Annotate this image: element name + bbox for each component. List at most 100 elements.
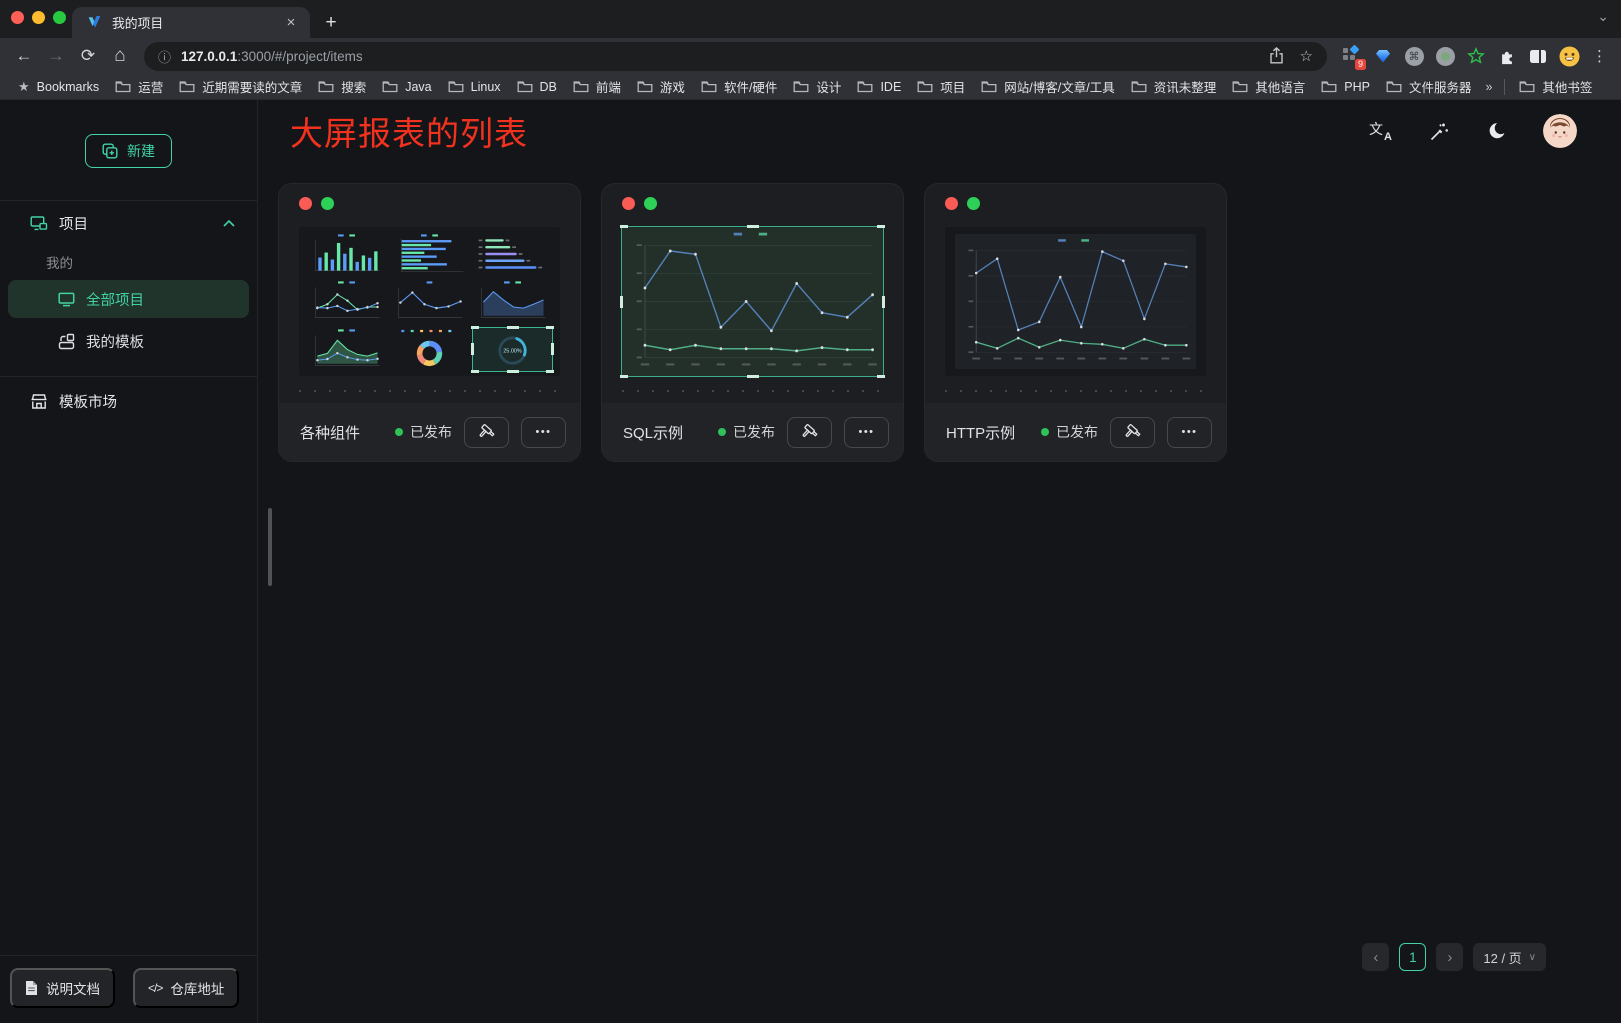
site-info-icon[interactable]: ⓘ xyxy=(158,47,171,66)
zoom-window-button[interactable] xyxy=(53,11,66,24)
selection-handle[interactable] xyxy=(877,375,885,378)
back-button[interactable]: ← xyxy=(10,42,38,70)
url-host: 127.0.0.1 xyxy=(181,49,237,64)
language-icon[interactable]: 文A xyxy=(1369,121,1391,141)
bookmark-folder[interactable]: 网站/博客/文章/工具 xyxy=(973,76,1122,98)
bookmark-folder[interactable]: 近期需要读的文章 xyxy=(171,76,310,98)
project-card[interactable]: HTTP示例 已发布 ••• xyxy=(924,183,1227,462)
new-tab-button[interactable]: + xyxy=(318,10,344,36)
selection-handle[interactable] xyxy=(551,343,554,355)
project-card[interactable]: 25.00% 各种组件 已发布 ••• xyxy=(278,183,581,462)
address-bar[interactable]: ⓘ 127.0.0.1:3000/#/project/items ☆ xyxy=(144,42,1327,71)
bookmark-folder[interactable]: IDE xyxy=(849,76,909,98)
project-card[interactable]: SQL示例 已发布 ••• xyxy=(601,183,904,462)
app-page: 新建 项目 我的 全部项目 我的模板 模板市场 xyxy=(0,100,1621,1023)
dark-mode-moon-icon[interactable] xyxy=(1486,121,1506,141)
prev-page-button[interactable]: ‹ xyxy=(1362,943,1389,971)
more-button[interactable]: ••• xyxy=(1167,417,1212,448)
selection-handle[interactable] xyxy=(620,375,628,378)
card-thumbnail[interactable] xyxy=(945,227,1206,376)
bookmark-folder[interactable]: 运营 xyxy=(107,76,171,98)
current-page-button[interactable]: 1 xyxy=(1399,943,1426,971)
extension-gem-icon[interactable] xyxy=(1372,45,1394,67)
side-panel-icon[interactable] xyxy=(1527,45,1549,67)
selection-handle[interactable] xyxy=(546,370,554,373)
repo-button[interactable]: </> 仓库地址 xyxy=(133,968,239,1008)
other-bookmarks-folder[interactable]: 其他书签 xyxy=(1511,76,1600,98)
bookmark-folder[interactable]: PHP xyxy=(1313,76,1378,98)
next-page-button[interactable]: › xyxy=(1436,943,1463,971)
edit-button[interactable] xyxy=(464,417,509,448)
folder-icon xyxy=(701,80,717,93)
selection-handle[interactable] xyxy=(620,225,628,228)
new-project-button[interactable]: 新建 xyxy=(85,134,172,168)
card-title: 各种组件 xyxy=(300,422,360,443)
extensions-puzzle-icon[interactable] xyxy=(1496,45,1518,67)
card-thumbnail[interactable] xyxy=(622,227,883,376)
bookmark-folder[interactable]: 资讯未整理 xyxy=(1123,76,1225,98)
bookmark-folder[interactable]: 文件服务器 xyxy=(1378,76,1480,98)
card-title: SQL示例 xyxy=(623,422,683,443)
browser-tab[interactable]: 我的项目 × xyxy=(72,7,310,38)
close-window-button[interactable] xyxy=(11,11,24,24)
selection-handle[interactable] xyxy=(747,225,759,228)
bookmarks-root[interactable]: ★ Bookmarks xyxy=(10,76,107,98)
mini-chart-gauge: 25.00% xyxy=(473,328,552,371)
bookmarks-overflow-icon[interactable]: » xyxy=(1479,80,1498,94)
magic-wand-icon[interactable] xyxy=(1428,121,1449,142)
user-avatar[interactable] xyxy=(1543,114,1577,148)
bookmark-folder[interactable]: 设计 xyxy=(785,76,849,98)
header-icons: 文A xyxy=(1369,114,1577,148)
bookmark-label: Java xyxy=(405,80,431,94)
extension-star-icon[interactable] xyxy=(1465,45,1487,67)
bookmark-folder[interactable]: 搜索 xyxy=(310,76,374,98)
selection-handle[interactable] xyxy=(620,296,623,308)
tab-close-icon[interactable]: × xyxy=(282,14,300,32)
selection-handle[interactable] xyxy=(471,326,479,329)
bookmark-folder[interactable]: 软件/硬件 xyxy=(693,76,785,98)
extension-record-icon[interactable] xyxy=(1434,45,1456,67)
bookmark-folder[interactable]: 项目 xyxy=(909,76,973,98)
edit-button[interactable] xyxy=(1110,417,1155,448)
extension-command-icon[interactable]: ⌘ xyxy=(1403,45,1425,67)
storefront-icon xyxy=(30,393,48,410)
bookmark-folder[interactable]: Java xyxy=(374,76,439,98)
selection-handle[interactable] xyxy=(471,343,474,355)
selection-handle[interactable] xyxy=(471,370,479,373)
bookmark-folder[interactable]: 其他语言 xyxy=(1224,76,1313,98)
docs-button[interactable]: 说明文档 xyxy=(10,968,115,1008)
sidebar-group-project[interactable]: 项目 xyxy=(0,201,257,246)
chevron-up-icon xyxy=(223,220,235,227)
selection-handle[interactable] xyxy=(507,326,519,329)
profile-avatar-icon[interactable] xyxy=(1558,45,1580,67)
home-button[interactable]: ⌂ xyxy=(106,42,134,70)
bookmark-folder[interactable]: 前端 xyxy=(565,76,629,98)
bookmark-folder[interactable]: DB xyxy=(509,76,565,98)
bookmark-folder[interactable]: 游戏 xyxy=(629,76,693,98)
reload-button[interactable]: ⟳ xyxy=(74,42,102,70)
sidebar-item-all-projects[interactable]: 全部项目 xyxy=(8,280,249,318)
bookmarks-bar: ★ Bookmarks 运营 近期需要读的文章 搜索 Java Linux DB… xyxy=(0,74,1621,100)
blocks-icon xyxy=(58,333,75,350)
edit-button[interactable] xyxy=(787,417,832,448)
selection-handle[interactable] xyxy=(747,375,759,378)
selection-handle[interactable] xyxy=(546,326,554,329)
selection-handle[interactable] xyxy=(507,370,519,373)
tab-search-icon[interactable]: ⌄ xyxy=(1597,8,1609,25)
bookmark-star-icon[interactable]: ☆ xyxy=(1300,47,1313,65)
selection-handle[interactable] xyxy=(877,225,885,228)
bookmark-folder[interactable]: Linux xyxy=(440,76,509,98)
browser-menu-icon[interactable]: ⋮ xyxy=(1586,47,1613,65)
scrollbar-thumb[interactable] xyxy=(268,508,272,586)
more-button[interactable]: ••• xyxy=(521,417,566,448)
minimize-window-button[interactable] xyxy=(32,11,45,24)
sidebar-item-my-templates[interactable]: 我的模板 xyxy=(8,322,249,360)
selection-handle[interactable] xyxy=(882,296,885,308)
forward-button[interactable]: → xyxy=(42,42,70,70)
more-button[interactable]: ••• xyxy=(844,417,889,448)
card-thumbnail[interactable]: 25.00% xyxy=(299,227,560,376)
page-size-select[interactable]: 12 / 页 ∨ xyxy=(1473,943,1546,971)
sidebar-item-template-market[interactable]: 模板市场 xyxy=(0,377,257,425)
extension-grid-diamond-icon[interactable]: 9 xyxy=(1341,45,1363,67)
share-icon[interactable] xyxy=(1269,47,1284,64)
